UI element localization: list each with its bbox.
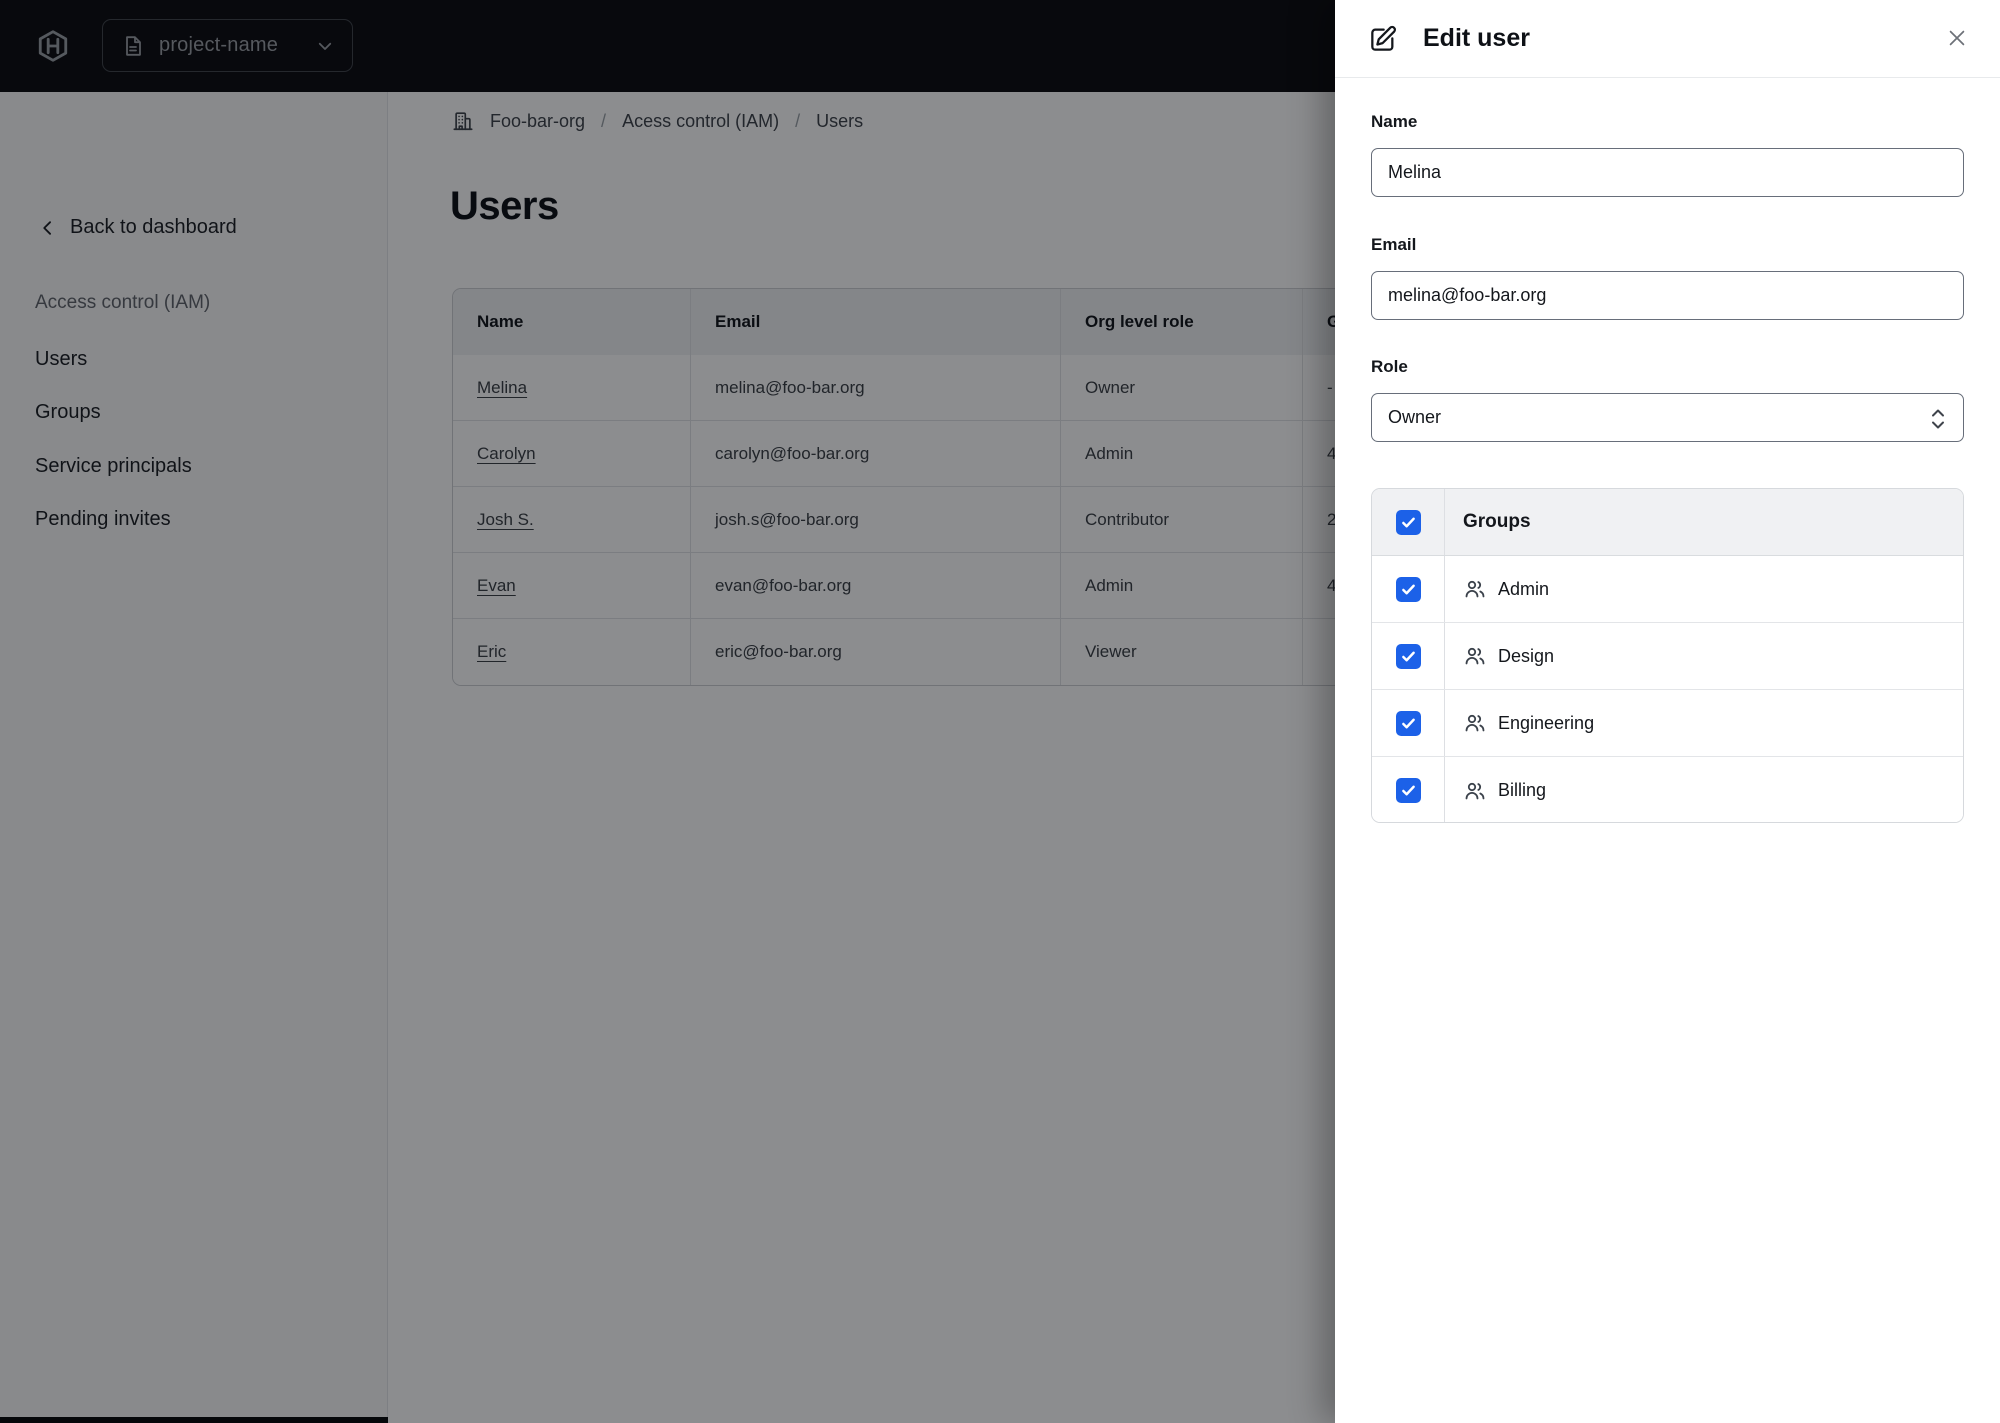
select-updown-icon [1929, 406, 1947, 431]
drawer-header: Edit user [1335, 0, 2000, 78]
drawer-scrim[interactable] [0, 0, 1335, 1423]
group-label: Admin [1498, 578, 1550, 599]
group-check-col [1372, 757, 1445, 822]
name-field-label: Name [1371, 112, 1418, 131]
groups-header-check-col [1372, 489, 1445, 555]
role-field-label: Role [1371, 357, 1408, 376]
group-row: Admin [1372, 556, 1963, 623]
group-label: Engineering [1498, 712, 1595, 733]
group-row: Engineering [1372, 690, 1963, 757]
groups-header-label: Groups [1463, 511, 1531, 532]
edit-user-drawer: Edit user Name Email Role Owner [1335, 0, 2000, 1423]
users-group-icon [1463, 779, 1487, 803]
group-row: Design [1372, 623, 1963, 690]
name-field[interactable] [1371, 148, 1964, 197]
users-group-icon [1463, 711, 1487, 735]
group-row: Billing [1372, 757, 1963, 822]
groups-header-row: Groups [1372, 489, 1963, 556]
group-checkbox-design[interactable] [1395, 643, 1421, 669]
users-group-icon [1463, 644, 1487, 668]
users-group-icon [1463, 577, 1487, 601]
group-check-col [1372, 690, 1445, 756]
groups-panel: Groups Admin Design Engineering Billing [1371, 488, 1964, 823]
group-checkbox-engineering[interactable] [1395, 710, 1421, 736]
email-field-label: Email [1371, 235, 1417, 254]
role-select-value: Owner [1388, 407, 1442, 427]
screen: project-name Back to dashboard Access co… [0, 0, 2000, 1423]
group-checkbox-admin[interactable] [1395, 576, 1421, 602]
role-select[interactable]: Owner [1371, 393, 1964, 442]
group-label: Billing [1498, 780, 1547, 800]
group-label: Design [1498, 645, 1555, 666]
group-checkbox-billing[interactable] [1395, 778, 1421, 803]
drawer-title: Edit user [1423, 24, 1530, 52]
group-check-col [1372, 556, 1445, 622]
group-check-col [1372, 623, 1445, 689]
select-all-groups-checkbox[interactable] [1395, 509, 1421, 535]
edit-pencil-icon [1367, 23, 1399, 55]
email-field[interactable] [1371, 271, 1964, 320]
close-icon[interactable] [1944, 26, 1970, 52]
